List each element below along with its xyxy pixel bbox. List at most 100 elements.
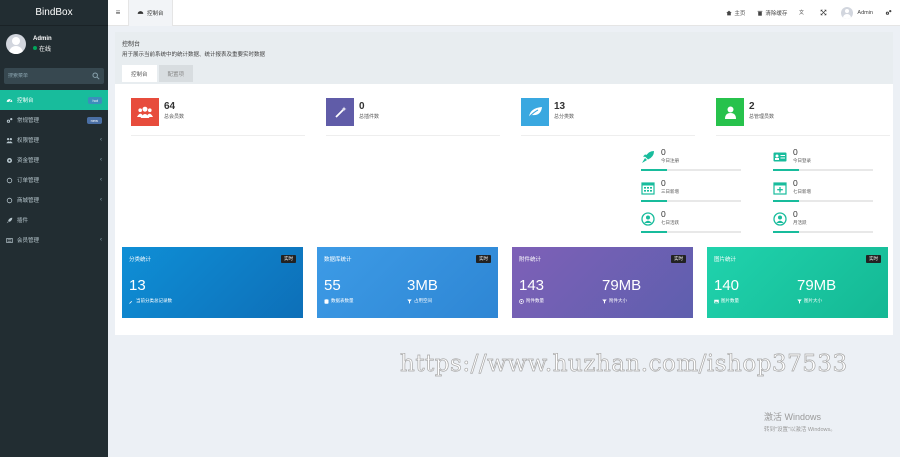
clear-cache-label: 清除缓存 bbox=[765, 10, 788, 17]
mini-stat-bar bbox=[773, 169, 873, 171]
stat-value: 13 bbox=[554, 101, 566, 112]
new-badge: new bbox=[86, 116, 102, 124]
card-label: 占用空间 bbox=[414, 298, 432, 303]
mini-stat-value: 0 bbox=[793, 178, 798, 188]
sidebar-item-label: 插件 bbox=[17, 218, 29, 224]
realtime-badge: 实时 bbox=[281, 255, 296, 263]
cogs-icon bbox=[885, 9, 892, 15]
tab-dashboard[interactable]: 控制台 bbox=[128, 0, 173, 26]
panel-heading: 控制台 用于展示当前系统中的统计数据、统计报表及重要实时数据 控制台 配置项 bbox=[115, 32, 893, 84]
card-category-stats: 分类统计 实时 13 当前分类总记录数 bbox=[122, 247, 303, 318]
home-label: 主页 bbox=[734, 10, 746, 17]
stat-value: 0 bbox=[359, 101, 365, 112]
database-icon bbox=[324, 298, 329, 304]
card-value: 13 bbox=[129, 277, 146, 294]
sidebar-item-members[interactable]: 会员管理 ‹ bbox=[0, 230, 108, 250]
page-title: 控制台 bbox=[122, 42, 141, 48]
mini-stat-seven-active: 0 七日活跃 bbox=[641, 209, 751, 233]
sidebar-item-label: 会员管理 bbox=[17, 238, 40, 244]
sidebar-item-plugins[interactable]: 插件 bbox=[0, 210, 108, 230]
top-navbar: ≡ 控制台 主页 清除缓存 文 Admin bbox=[108, 0, 900, 26]
rocket-icon bbox=[642, 151, 654, 163]
group-icon bbox=[6, 137, 13, 143]
clear-cache-button[interactable]: 清除缓存 bbox=[757, 9, 787, 17]
dashboard-icon bbox=[6, 98, 13, 102]
sidebar-item-mall[interactable]: 商城管理 ‹ bbox=[0, 190, 108, 210]
mini-stat-value: 0 bbox=[661, 147, 666, 157]
tab-dashboard-panel[interactable]: 控制台 bbox=[122, 65, 157, 82]
sidebar-item-label: 商城管理 bbox=[17, 198, 40, 204]
circle-icon bbox=[6, 197, 13, 203]
main-content: 控制台 用于展示当前系统中的统计数据、统计报表及重要实时数据 控制台 配置项 6… bbox=[115, 32, 893, 335]
sidebar-menu: 控制台 hot 常规管理 new 权限管理 ‹ 资金管理 ‹ 订单管理 ‹ 商城… bbox=[0, 90, 108, 250]
translate-button[interactable]: 文 bbox=[799, 9, 808, 16]
fullscreen-icon bbox=[821, 9, 827, 16]
filter-icon bbox=[407, 299, 412, 304]
stat-categories: 13 总分类数 bbox=[521, 98, 695, 136]
chevron-left-icon: ‹ bbox=[100, 137, 102, 143]
stat-value: 2 bbox=[749, 101, 755, 112]
stat-row: 64 总会员数 0 总插件数 13 总分类数 2 总管理员数 bbox=[131, 98, 900, 136]
home-link[interactable]: 主页 bbox=[726, 9, 745, 17]
card-title: 附件统计 bbox=[519, 257, 542, 263]
gear-icon bbox=[6, 157, 13, 163]
mini-stat-label: 今日注册 bbox=[661, 158, 679, 163]
app-logo[interactable]: BindBox bbox=[0, 0, 108, 26]
cogs-icon bbox=[6, 117, 13, 123]
search-icon[interactable] bbox=[92, 72, 100, 80]
card-value: 140 bbox=[714, 277, 740, 294]
svg-text:文: 文 bbox=[799, 9, 804, 16]
mini-stat-today-register: 0 今日注册 bbox=[641, 147, 751, 171]
panel-tabs: 控制台 配置项 bbox=[122, 65, 886, 82]
mini-stat-value: 0 bbox=[661, 209, 666, 219]
sidebar: BindBox Admin 在线 控制台 hot 常规管理 new 权限管理 ‹ bbox=[0, 0, 108, 457]
rocket-icon bbox=[6, 217, 13, 223]
card-database-stats: 数据库统计 实时 55 数据表数量 3MB 占用空间 bbox=[317, 247, 498, 318]
mini-stat-label: 月活跃 bbox=[793, 220, 807, 225]
fullscreen-button[interactable] bbox=[820, 9, 829, 16]
settings-button[interactable] bbox=[885, 9, 894, 16]
card-title: 分类统计 bbox=[129, 257, 152, 263]
user-menu[interactable]: Admin bbox=[841, 6, 873, 19]
search-input[interactable] bbox=[8, 73, 92, 79]
sidebar-item-general[interactable]: 常规管理 new bbox=[0, 110, 108, 130]
sidebar-item-dashboard[interactable]: 控制台 hot bbox=[0, 90, 108, 110]
users-icon bbox=[131, 98, 159, 126]
tab-config[interactable]: 配置项 bbox=[158, 65, 194, 82]
sidebar-search bbox=[4, 68, 104, 84]
sidebar-item-label: 控制台 bbox=[17, 98, 34, 104]
sidebar-item-label: 权限管理 bbox=[17, 138, 40, 144]
sidebar-toggle-icon[interactable]: ≡ bbox=[108, 8, 128, 17]
stat-label: 总插件数 bbox=[359, 114, 380, 120]
mini-stat-value: 0 bbox=[793, 147, 798, 157]
sidebar-item-permission[interactable]: 权限管理 ‹ bbox=[0, 130, 108, 150]
activation-subtitle: 转到"设置"以激活 Windows。 bbox=[764, 427, 836, 433]
card-label: 附件大小 bbox=[609, 298, 627, 303]
user-name: Admin bbox=[33, 35, 52, 42]
calendar-icon bbox=[641, 182, 655, 195]
activation-title: 激活 Windows bbox=[764, 412, 822, 422]
card-label: 当前分类总记录数 bbox=[136, 298, 172, 303]
chevron-left-icon: ‹ bbox=[100, 157, 102, 163]
page-description: 用于展示当前系统中的统计数据、统计报表及重要实时数据 bbox=[122, 52, 266, 58]
user-circle-icon bbox=[641, 212, 655, 226]
stat-value: 64 bbox=[164, 101, 176, 112]
avatar bbox=[841, 6, 854, 19]
filter-icon bbox=[602, 299, 607, 304]
sidebar-item-label: 资金管理 bbox=[17, 158, 40, 164]
stat-label: 总分类数 bbox=[554, 114, 575, 120]
card-title: 图片统计 bbox=[714, 257, 737, 263]
stat-cards: 分类统计 实时 13 当前分类总记录数 数据库统计 实时 55 数据表数量 3M… bbox=[122, 247, 900, 318]
dashboard-icon bbox=[137, 11, 144, 14]
sidebar-item-orders[interactable]: 订单管理 ‹ bbox=[0, 170, 108, 190]
sidebar-item-funds[interactable]: 资金管理 ‹ bbox=[0, 150, 108, 170]
card-label: 附件数量 bbox=[526, 298, 544, 303]
user-panel: Admin 在线 bbox=[0, 28, 108, 60]
chevron-left-icon: ‹ bbox=[100, 237, 102, 243]
sidebar-item-label: 订单管理 bbox=[17, 178, 40, 184]
sidebar-item-label: 常规管理 bbox=[17, 118, 40, 124]
mini-stat-bar bbox=[641, 169, 741, 171]
online-dot-icon bbox=[33, 46, 37, 50]
card-value: 3MB bbox=[407, 277, 438, 294]
magic-icon bbox=[326, 98, 354, 126]
